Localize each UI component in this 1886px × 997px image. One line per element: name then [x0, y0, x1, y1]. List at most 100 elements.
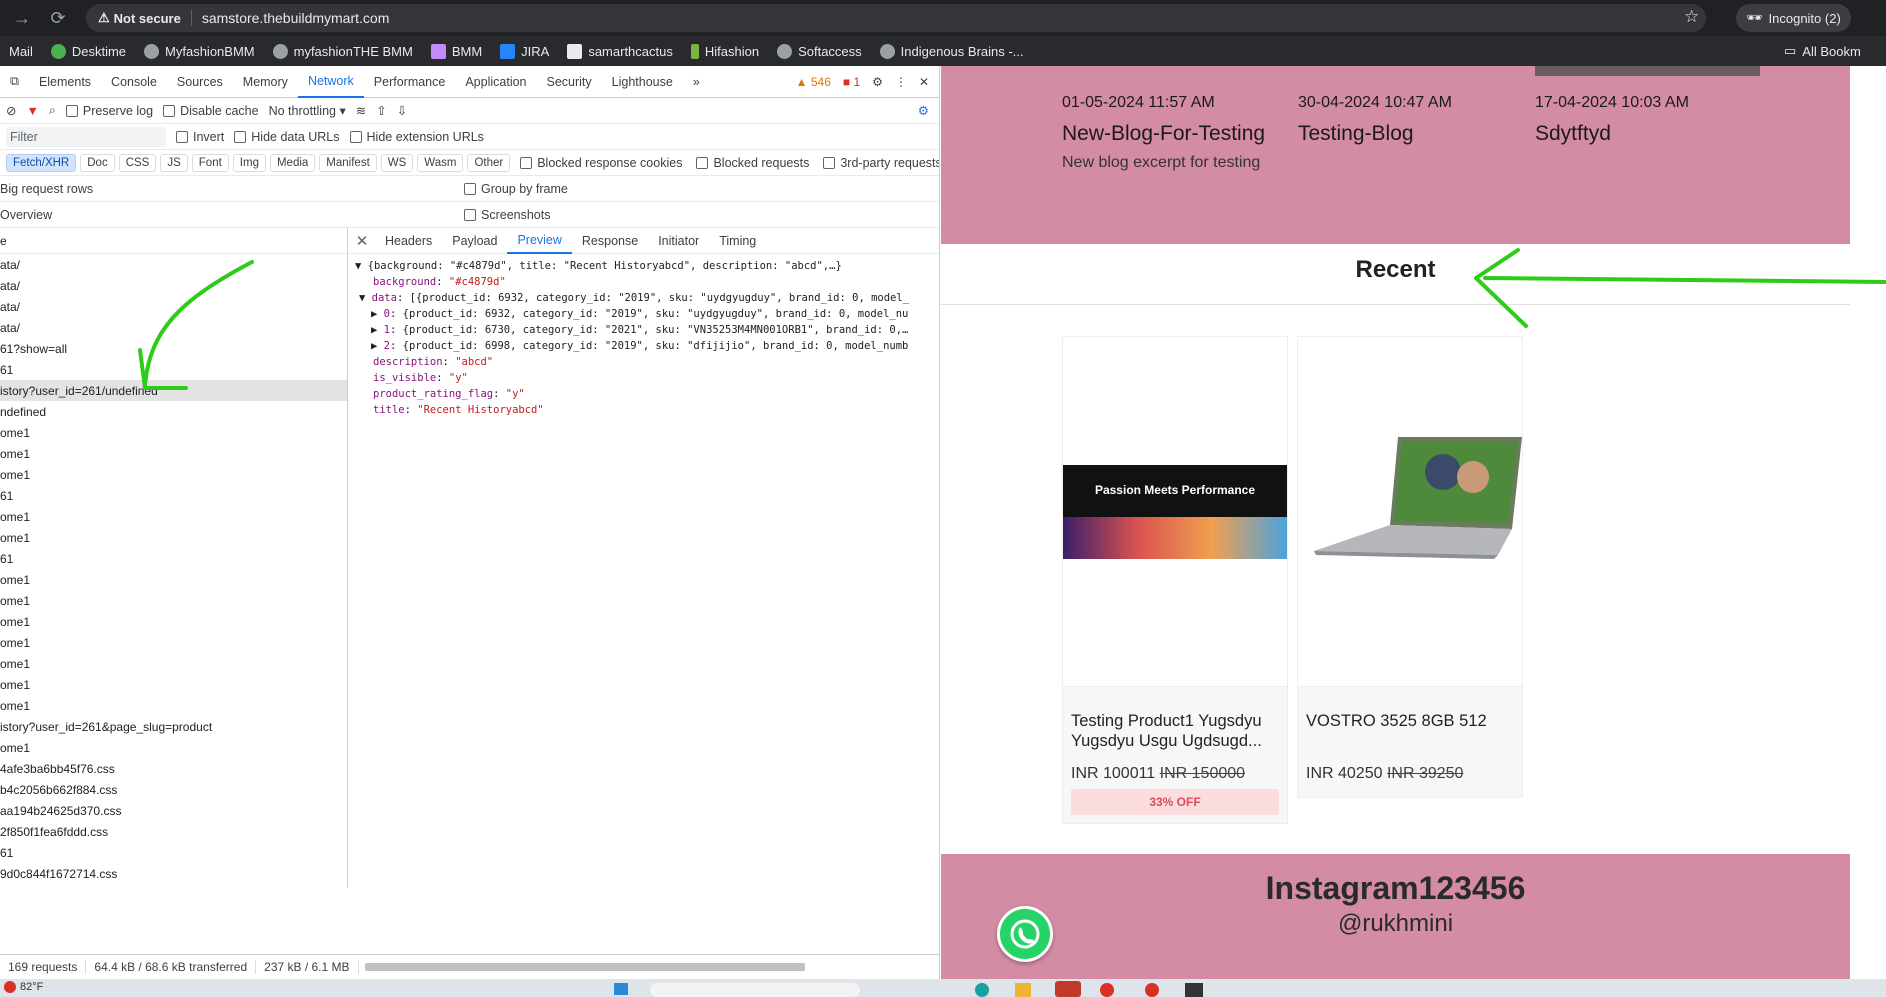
request-row[interactable]: aa194b24625d370.css — [0, 800, 347, 821]
whatsapp-icon[interactable] — [997, 906, 1053, 962]
group-by-frame-checkbox[interactable]: Group by frame — [464, 182, 568, 196]
more-tabs-icon[interactable]: » — [683, 66, 710, 98]
filter-img[interactable]: Img — [232, 153, 266, 172]
instagram-handle[interactable]: @rukhmini — [941, 910, 1850, 938]
reload-icon[interactable]: ⟳ — [44, 4, 72, 32]
request-row[interactable]: ome1 — [0, 695, 347, 716]
taskbar-app-icon[interactable] — [1100, 983, 1114, 997]
request-row[interactable]: ata/ — [0, 317, 347, 338]
close-detail-icon[interactable]: ✕ — [349, 232, 375, 250]
request-row[interactable]: ata/ — [0, 254, 347, 275]
product-card[interactable]: VOSTRO 3525 8GB 512 INR 40250 INR 39250 — [1297, 336, 1523, 798]
blog-title[interactable]: Sdytftyd — [1535, 122, 1765, 146]
more-options-icon[interactable]: ⋮ — [895, 75, 907, 89]
tab-preview[interactable]: Preview — [507, 228, 572, 254]
filter-css[interactable]: CSS — [118, 153, 157, 172]
throttling-select[interactable]: No throttling ▾ — [269, 103, 346, 118]
request-row[interactable]: ome1 — [0, 422, 347, 443]
bookmark-indigenous-brains[interactable]: Indigenous Brains -... — [871, 43, 1033, 59]
weather-temp[interactable]: 82°F — [20, 981, 43, 993]
request-row[interactable]: ome1 — [0, 611, 347, 632]
request-row[interactable]: 61 — [0, 485, 347, 506]
product-name[interactable]: VOSTRO 3525 8GB 512 — [1298, 687, 1522, 755]
invert-checkbox[interactable]: Invert — [176, 130, 224, 144]
clear-icon[interactable]: ⊘ — [6, 103, 16, 118]
request-row[interactable]: istory?user_id=261/undefined — [0, 380, 347, 401]
tab-network[interactable]: Network — [297, 66, 364, 98]
device-toolbar-icon[interactable]: ⧉ — [0, 66, 29, 98]
disable-cache-checkbox[interactable]: Disable cache — [163, 104, 259, 118]
product-image[interactable] — [1298, 337, 1522, 687]
bookmark-bmm[interactable]: BMM — [422, 43, 491, 59]
json-data-line[interactable]: ▼ data: [{product_id: 6932, category_id:… — [355, 290, 939, 306]
tab-memory[interactable]: Memory — [233, 66, 298, 98]
taskbar-search[interactable] — [650, 983, 860, 997]
request-row[interactable]: ome1 — [0, 653, 347, 674]
product-name[interactable]: Testing Product1 Yugsdyu Yugsdyu Usgu Ug… — [1063, 687, 1287, 755]
request-row[interactable]: ome1 — [0, 590, 347, 611]
tab-performance[interactable]: Performance — [364, 66, 456, 98]
filter-fetch-xhr[interactable]: Fetch/XHR — [6, 153, 77, 172]
request-row[interactable]: 2f850f1fea6fddd.css — [0, 821, 347, 842]
request-row[interactable]: istory?user_id=261&page_slug=product — [0, 716, 347, 737]
warnings-count[interactable]: ▲ 546 — [796, 75, 831, 89]
request-row[interactable]: 61 — [0, 842, 347, 863]
bookmark-desktime[interactable]: Desktime — [42, 43, 135, 59]
export-har-icon[interactable]: ⇩ — [397, 103, 407, 118]
filter-input[interactable]: Filter — [6, 126, 166, 147]
taskbar-app-icon[interactable] — [975, 983, 989, 997]
tab-security[interactable]: Security — [537, 66, 602, 98]
url-text[interactable]: samstore.thebuildmymart.com — [202, 10, 390, 26]
settings-gear-icon[interactable]: ⚙ — [872, 75, 883, 89]
request-row[interactable]: ome1 — [0, 674, 347, 695]
blog-card[interactable]: 01-05-2024 11:57 AM New-Blog-For-Testing… — [1062, 66, 1292, 172]
network-settings-icon[interactable]: ⚙ — [918, 103, 929, 118]
third-party-checkbox[interactable]: 3rd-party requests — [823, 156, 939, 170]
bookmark-myfashionbmm[interactable]: MyfashionBMM — [135, 43, 264, 59]
request-row[interactable]: ome1 — [0, 569, 347, 590]
json-data-item-2[interactable]: ▶ 2: {product_id: 6998, category_id: "20… — [355, 338, 939, 354]
tab-application[interactable]: Application — [455, 66, 536, 98]
request-row[interactable]: ndefined — [0, 401, 347, 422]
filter-ws[interactable]: WS — [380, 153, 414, 172]
screenshots-checkbox[interactable]: Screenshots — [464, 208, 550, 222]
filter-js[interactable]: JS — [160, 153, 188, 172]
bookmark-star-icon[interactable]: ☆ — [1684, 7, 1699, 27]
filter-media[interactable]: Media — [269, 153, 316, 172]
filter-other[interactable]: Other — [467, 153, 511, 172]
blog-title[interactable]: Testing-Blog — [1298, 122, 1528, 146]
bookmark-mail[interactable]: Mail — [0, 44, 42, 59]
request-row[interactable]: ome1 — [0, 527, 347, 548]
tab-payload[interactable]: Payload — [442, 228, 507, 254]
address-bar[interactable]: ⚠ Not secure samstore.thebuildmymart.com — [86, 4, 1706, 32]
tab-response[interactable]: Response — [572, 228, 648, 254]
start-icon[interactable] — [614, 983, 628, 995]
bookmark-jira[interactable]: JIRA — [491, 43, 558, 59]
blog-card[interactable]: 17-04-2024 10:03 AM Sdytftyd — [1535, 66, 1765, 146]
request-row[interactable]: ome1 — [0, 737, 347, 758]
filter-funnel-icon[interactable]: ▼ — [26, 104, 38, 118]
request-row[interactable]: ata/ — [0, 296, 347, 317]
tab-initiator[interactable]: Initiator — [648, 228, 709, 254]
filter-doc[interactable]: Doc — [80, 153, 115, 172]
tab-console[interactable]: Console — [101, 66, 167, 98]
bookmark-samarthcactus[interactable]: samarthcactus — [558, 43, 682, 59]
preserve-log-checkbox[interactable]: Preserve log — [65, 104, 153, 118]
hide-data-urls-checkbox[interactable]: Hide data URLs — [234, 130, 340, 144]
product-image[interactable]: Passion Meets Performance — [1063, 337, 1287, 687]
request-row[interactable]: ome1 — [0, 464, 347, 485]
filter-manifest[interactable]: Manifest — [319, 153, 377, 172]
file-explorer-icon[interactable] — [1015, 983, 1031, 997]
close-devtools-icon[interactable]: ✕ — [919, 75, 929, 89]
request-row[interactable]: 61 — [0, 548, 347, 569]
request-row[interactable]: 9d0c844f1672714.css — [0, 863, 347, 884]
bookmark-myfashion-the-bmm[interactable]: myfashionTHE BMM — [264, 43, 422, 59]
tab-timing[interactable]: Timing — [709, 228, 766, 254]
filter-font[interactable]: Font — [191, 153, 229, 172]
request-row[interactable]: ome1 — [0, 506, 347, 527]
wifi-icon[interactable]: ≋ — [356, 103, 366, 118]
search-icon[interactable]: ⌕ — [49, 103, 56, 118]
bookmark-softaccess[interactable]: Softaccess — [768, 43, 871, 59]
request-row[interactable]: ata/ — [0, 275, 347, 296]
errors-count[interactable]: ■ 1 — [843, 75, 860, 89]
